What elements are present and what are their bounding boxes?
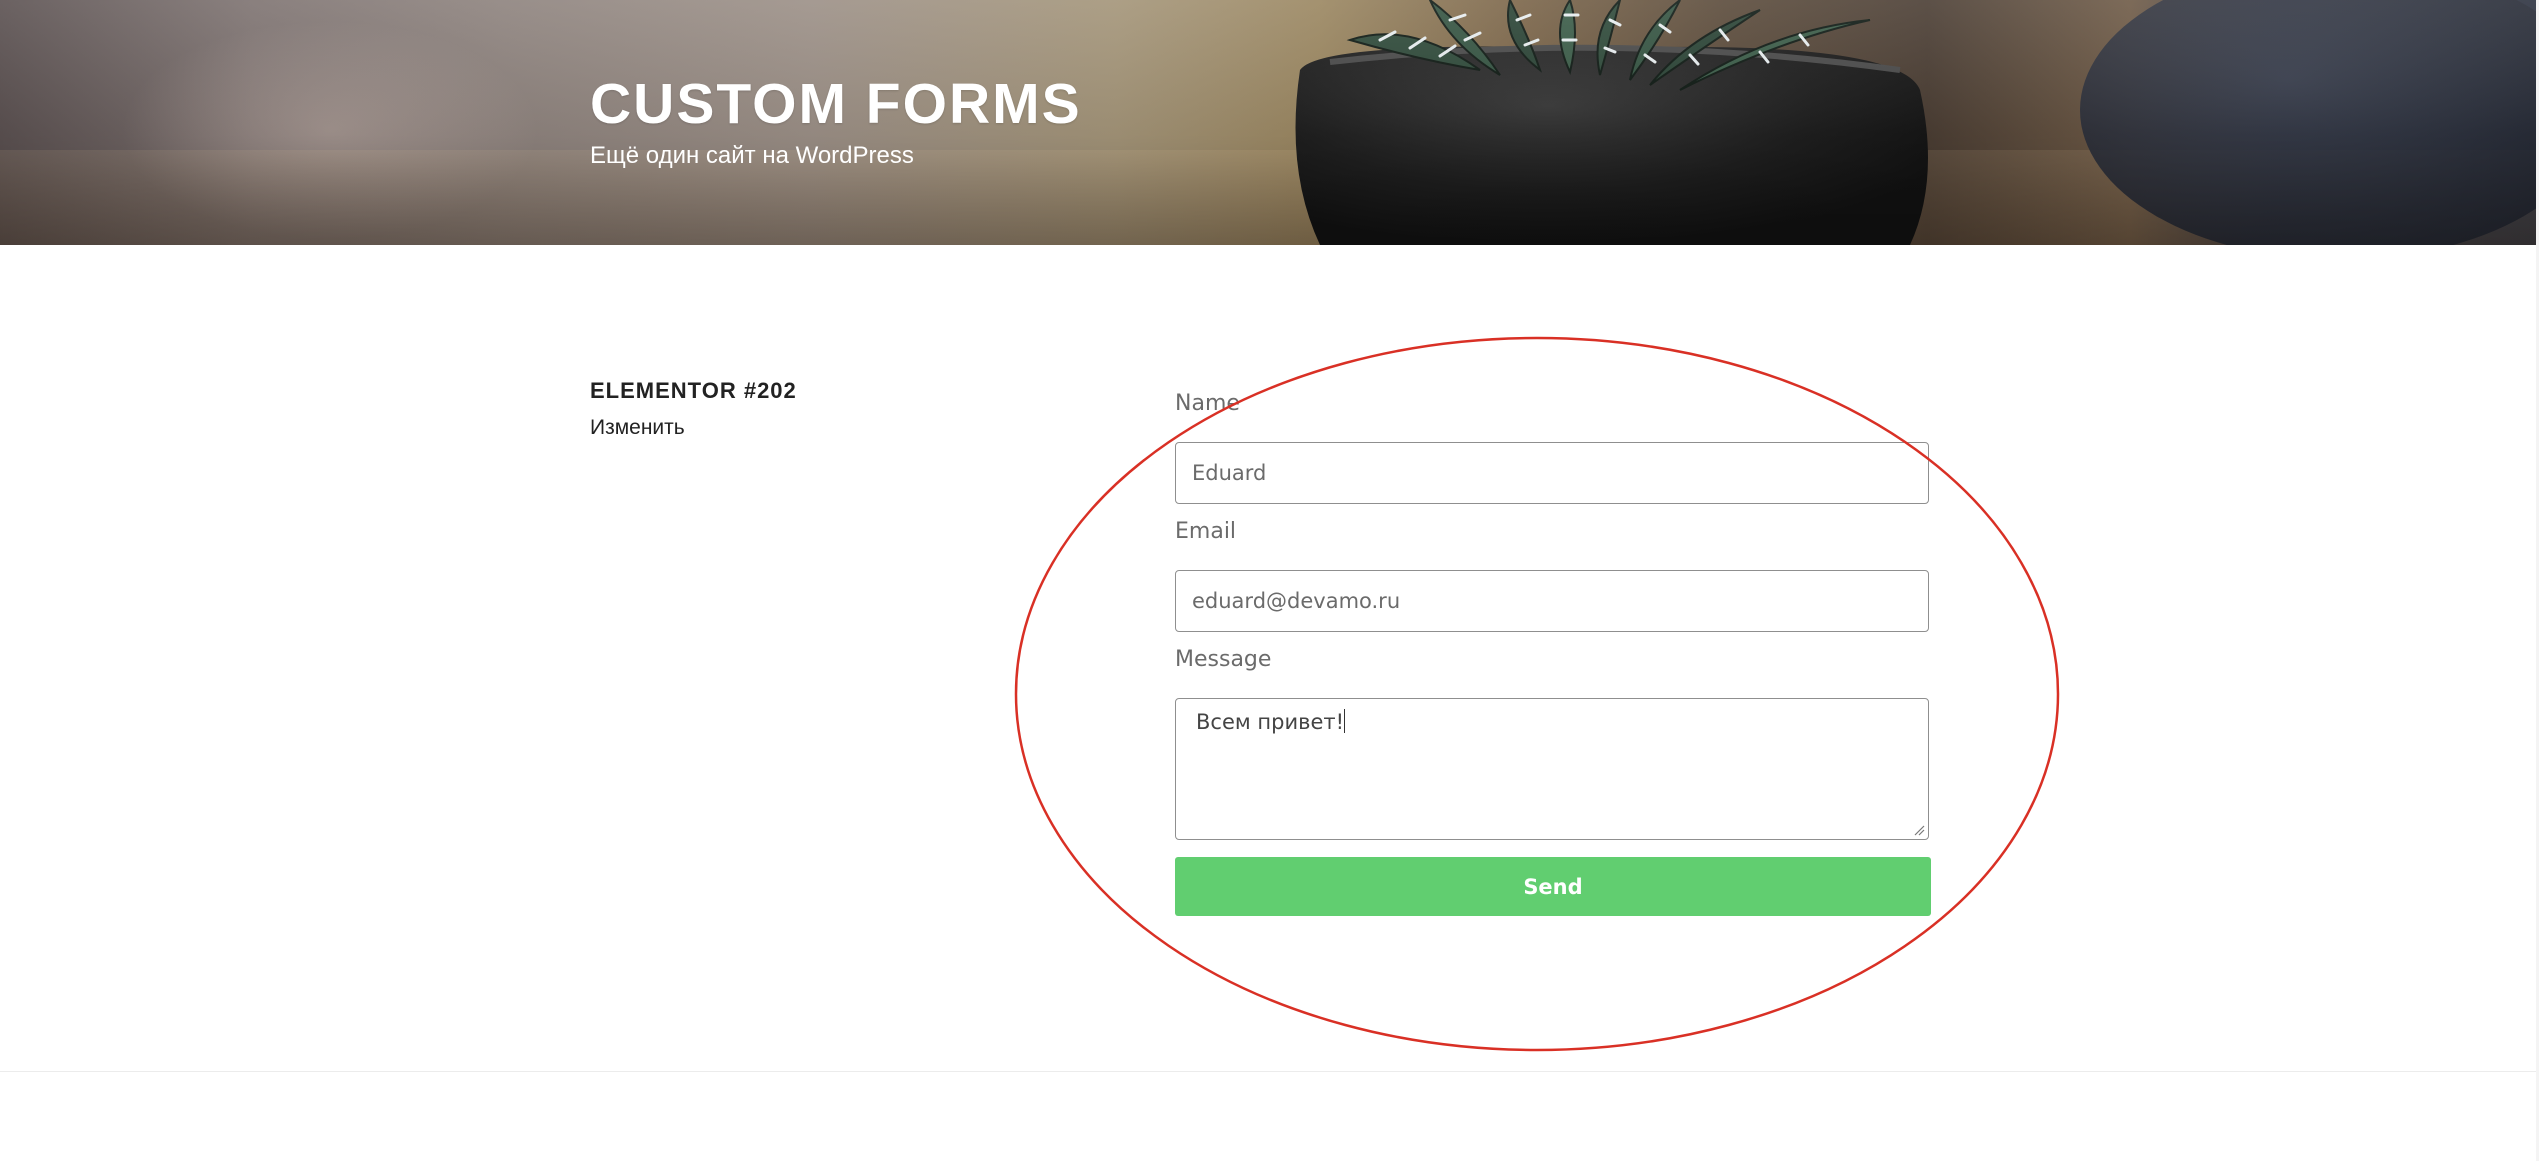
text-caret [1344, 709, 1346, 733]
email-input-value: eduard@devamo.ru [1192, 589, 1401, 613]
name-label: Name [1175, 391, 1240, 416]
send-button[interactable]: Send [1175, 857, 1931, 916]
email-label: Email [1175, 519, 1237, 544]
site-header: CUSTOM FORMS Ещё один сайт на WordPress [0, 0, 2536, 245]
message-textarea[interactable]: Всем привет! [1175, 698, 1929, 840]
name-input-value: Eduard [1192, 461, 1267, 485]
name-input[interactable]: Eduard [1175, 442, 1929, 504]
footer-divider [0, 1071, 2539, 1072]
edit-link[interactable]: Изменить [590, 414, 685, 442]
message-label: Message [1175, 647, 1272, 672]
header-overlay [0, 0, 2536, 245]
page: CUSTOM FORMS Ещё один сайт на WordPress … [0, 0, 2539, 1161]
entry-title: ELEMENTOR #202 [590, 378, 797, 403]
email-input[interactable]: eduard@devamo.ru [1175, 570, 1929, 632]
site-title[interactable]: CUSTOM FORMS [590, 72, 1082, 136]
message-textarea-value: Всем привет! [1196, 710, 1345, 734]
site-tagline: Ещё один сайт на WordPress [590, 142, 914, 169]
resize-grip-icon[interactable] [1913, 824, 1925, 836]
